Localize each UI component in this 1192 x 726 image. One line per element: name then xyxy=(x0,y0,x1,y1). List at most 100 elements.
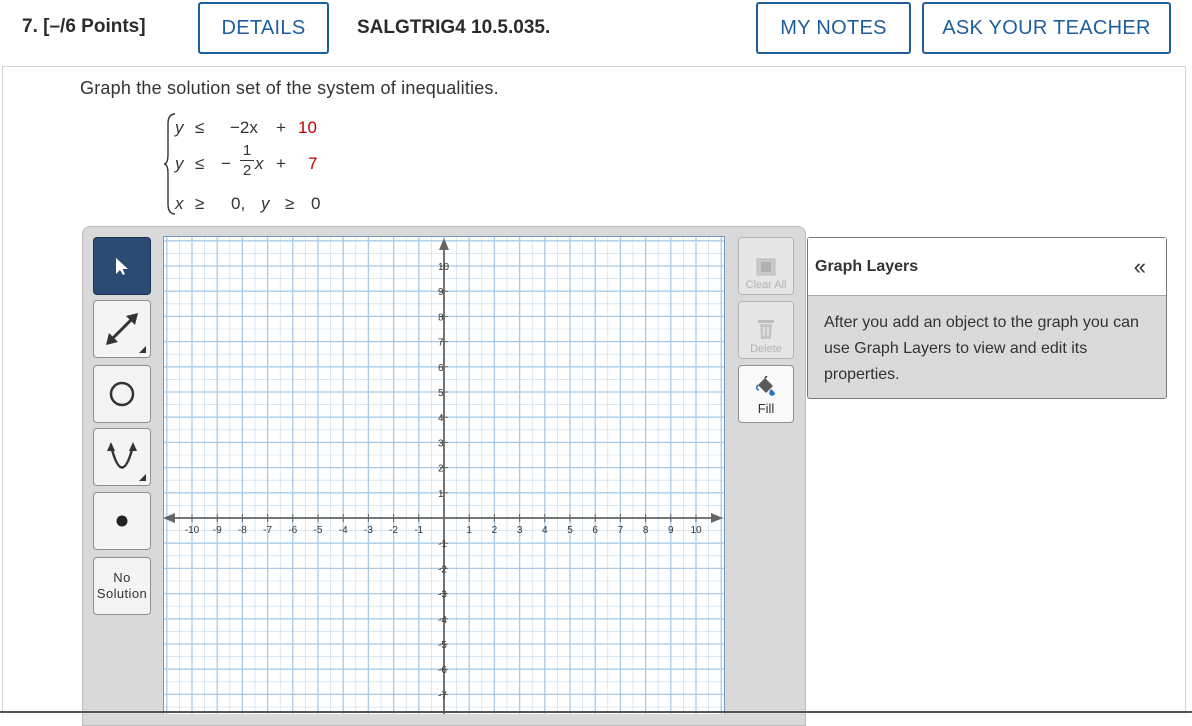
x-tick-label: 6 xyxy=(592,525,598,536)
x-tick-label: 7 xyxy=(618,525,624,536)
y-tick-label: -5 xyxy=(438,640,447,651)
y-tick-label: 6 xyxy=(438,363,444,374)
collapse-layers-icon[interactable]: « xyxy=(1134,254,1146,280)
x-tick-label: 2 xyxy=(492,525,498,536)
no-solution-label-line1: No xyxy=(113,570,131,585)
delete-label: Delete xyxy=(750,343,782,355)
coordinate-grid[interactable]: -10 -9 -8 -7 -6 -5 -4 -3 -2 -1 1 2 3 4 5 6 7 8 9 10 10 9 8 7 6 5 4… xyxy=(163,236,725,714)
x-tick-label: 5 xyxy=(567,525,573,536)
y-tick-label: 10 xyxy=(438,262,450,273)
question-prompt: Graph the solution set of the system of … xyxy=(80,78,499,98)
no-solution-button[interactable]: No Solution xyxy=(93,557,151,615)
question-header: 7. [–/6 Points] xyxy=(22,16,146,38)
delete-button[interactable]: Delete xyxy=(738,301,794,359)
trash-icon xyxy=(758,320,774,339)
inequality-system: y ≤ −2x + 10 y ≤ − 1 2 x + 7 x ≥ 0, y ≥ … xyxy=(163,112,363,216)
problem-code: SALGTRIG4 10.5.035. xyxy=(357,17,551,38)
row1-var: y xyxy=(175,118,184,137)
x-tick-label: -10 xyxy=(185,525,200,536)
row3-var2: y xyxy=(261,194,270,213)
row3-val2: 0 xyxy=(311,194,321,213)
y-tick-label: -6 xyxy=(438,665,447,676)
x-tick-label: 3 xyxy=(517,525,523,536)
line-tool-button[interactable] xyxy=(93,300,151,358)
row2-sign: − xyxy=(221,154,231,173)
x-tick-label: 1 xyxy=(466,525,472,536)
row2-frac-den: 2 xyxy=(242,162,252,179)
my-notes-button[interactable]: MY NOTES xyxy=(756,2,911,54)
graph-canvas[interactable]: -10 -9 -8 -7 -6 -5 -4 -3 -2 -1 1 2 3 4 5 6 7 8 9 10 10 9 8 7 6 5 4… xyxy=(163,236,725,714)
paint-bucket-icon xyxy=(755,376,775,396)
x-tick-label: 4 xyxy=(542,525,548,536)
x-tick-label: -9 xyxy=(213,525,222,536)
x-tick-label: -8 xyxy=(238,525,247,536)
row2-frac-bar xyxy=(240,160,254,161)
y-axis-up-arrow-icon xyxy=(439,238,449,250)
points-label: [–/6 Points] xyxy=(43,16,146,37)
y-tick-label: -3 xyxy=(438,590,447,601)
clear-all-icon xyxy=(756,258,776,276)
point-tool-button[interactable] xyxy=(93,492,151,550)
point-dot-icon xyxy=(116,515,128,527)
graph-layers-title: Graph Layers xyxy=(815,258,919,275)
clear-all-button[interactable]: Clear All xyxy=(738,237,794,295)
x-tick-label: 9 xyxy=(668,525,674,536)
x-tick-label: -2 xyxy=(389,525,398,536)
content-border-right xyxy=(1185,66,1186,714)
x-tick-label: -1 xyxy=(414,525,423,536)
content-border-left xyxy=(2,66,3,714)
x-tick-label: -3 xyxy=(364,525,373,536)
row3-op2: ≥ xyxy=(285,194,295,213)
y-tick-label: 4 xyxy=(438,413,444,424)
y-tick-label: 8 xyxy=(438,312,444,323)
y-tick-label: -2 xyxy=(438,564,447,575)
x-tick-label: 8 xyxy=(643,525,649,536)
y-tick-label: -1 xyxy=(438,539,447,550)
row1-const: 10 xyxy=(298,118,317,137)
no-solution-label-line2: Solution xyxy=(96,586,148,601)
line-arrows-icon xyxy=(106,313,138,345)
row2-frac-num: 1 xyxy=(242,142,252,159)
circle-tool-button[interactable] xyxy=(93,365,151,423)
x-tick-label: 10 xyxy=(690,525,702,536)
x-tick-label: -6 xyxy=(288,525,297,536)
row2-const: 7 xyxy=(308,154,318,173)
pointer-tool-button[interactable] xyxy=(93,237,151,295)
y-tick-label: -7 xyxy=(438,690,447,701)
row1-op: ≤ xyxy=(195,118,205,137)
parabola-icon xyxy=(107,442,137,469)
y-tick-label: 2 xyxy=(438,464,444,475)
graph-layers-description: After you add an object to the graph you… xyxy=(824,314,1139,383)
y-tick-label: 7 xyxy=(438,338,444,349)
row2-x: x xyxy=(255,154,264,173)
y-tick-label: -4 xyxy=(438,615,447,626)
fill-button[interactable]: Fill xyxy=(738,365,794,423)
row2-plus: + xyxy=(276,154,286,173)
x-axis-left-arrow-icon xyxy=(163,513,175,523)
fill-label: Fill xyxy=(757,401,775,416)
x-tick-label: -5 xyxy=(314,525,323,536)
graph-layers-panel: Graph Layers « After you add an object t… xyxy=(807,237,1167,399)
y-tick-label: 5 xyxy=(438,388,444,399)
row2-var: y xyxy=(175,154,184,173)
x-tick-label: -7 xyxy=(263,525,272,536)
row1-expr: −2x xyxy=(230,118,258,137)
parabola-tool-menu-indicator xyxy=(139,474,146,481)
row2-op: ≤ xyxy=(195,154,205,173)
graph-layers-header: Graph Layers « xyxy=(808,238,1166,296)
y-tick-label: 9 xyxy=(438,287,444,298)
y-tick-label: 1 xyxy=(438,489,444,500)
row3-op: ≥ xyxy=(195,194,205,213)
details-button[interactable]: DETAILS xyxy=(198,2,329,54)
pointer-arrow-icon xyxy=(116,258,128,275)
row1-plus: + xyxy=(276,118,286,137)
circle-icon xyxy=(109,381,135,407)
question-number: 7. xyxy=(22,16,38,37)
y-tick-label: 3 xyxy=(438,438,444,449)
parabola-tool-button[interactable] xyxy=(93,428,151,486)
page-bottom-border xyxy=(0,711,1192,713)
row3-var: x xyxy=(175,194,184,213)
line-tool-menu-indicator xyxy=(139,346,146,353)
x-tick-label: -4 xyxy=(339,525,348,536)
ask-your-teacher-button[interactable]: ASK YOUR TEACHER xyxy=(922,2,1171,54)
